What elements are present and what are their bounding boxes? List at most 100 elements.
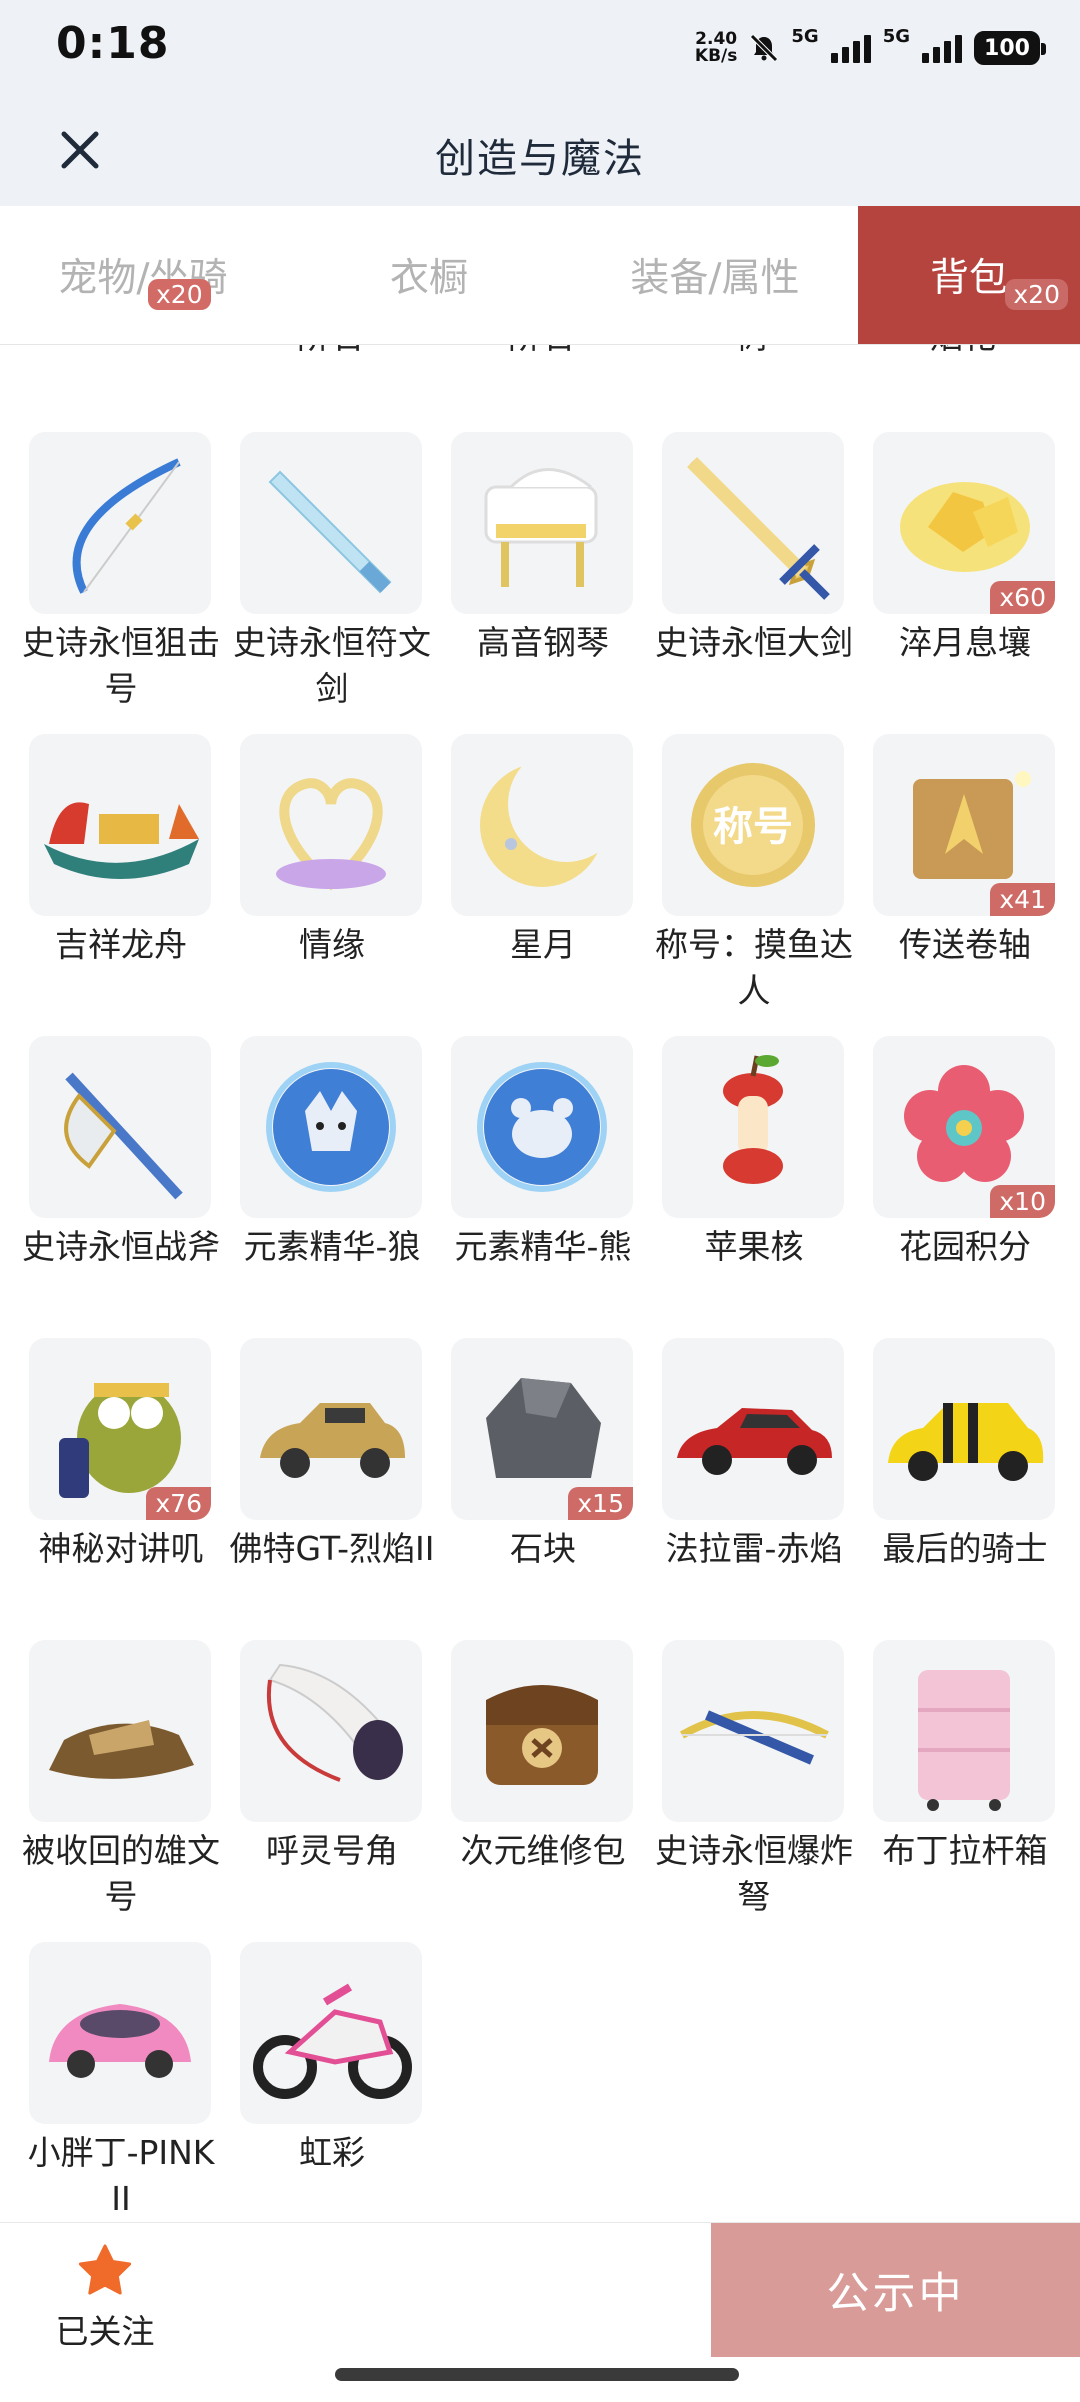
follow-label: 已关注	[55, 2312, 155, 2351]
mute-bell-icon	[750, 34, 779, 62]
partial-item-label: 阶石	[449, 344, 633, 360]
tab-pets-mounts[interactable]: 宠物/坐骑 x20	[0, 206, 286, 344]
item-name: 情缘	[299, 925, 365, 964]
item-thumbnail	[240, 1338, 422, 1520]
item-name: 花园积分	[899, 1227, 1031, 1266]
item-quantity-badge: x10	[990, 1185, 1055, 1218]
item-thumbnail: x41	[873, 734, 1055, 916]
tab-equipment-attributes[interactable]: 装备/属性	[572, 206, 858, 344]
tab-wardrobe[interactable]: 衣橱	[286, 206, 572, 344]
item-name: 史诗永恒符文剑	[233, 623, 431, 708]
crossbow-icon	[680, 1710, 829, 1765]
item-name: 最后的骑士	[882, 1529, 1048, 1568]
page-title: 创造与魔法	[435, 136, 645, 182]
item-name: 星月	[510, 925, 576, 964]
backpack-item[interactable]: 史诗永恒大剑	[655, 432, 853, 666]
item-name: 小胖丁-PINK II	[27, 2133, 215, 2218]
partial-item-row: 阶石 阶石 树 烟花	[0, 344, 1080, 388]
clock: 0:18	[56, 18, 170, 69]
item-thumbnail	[662, 1640, 844, 1822]
red-sports-car-icon	[677, 1408, 832, 1475]
item-quantity-badge: x15	[568, 1487, 633, 1520]
item-thumbnail	[29, 734, 211, 916]
tab-count-badge: x20	[148, 279, 211, 310]
signal-type-label: 5G	[882, 26, 910, 47]
item-thumbnail	[451, 734, 633, 916]
item-thumbnail	[240, 432, 422, 614]
backpack-item[interactable]: 小胖丁-PINK II	[28, 1942, 214, 2222]
item-name: 史诗永恒爆炸弩	[655, 1831, 853, 1916]
piano-icon	[484, 468, 598, 587]
backpack-item[interactable]: 虹彩	[240, 1942, 424, 2176]
tab-backpack[interactable]: 背包 x20	[858, 206, 1080, 344]
backpack-item[interactable]: 元素精华-狼	[240, 1036, 424, 1270]
item-name: 佛特GT-烈焰II	[229, 1529, 435, 1568]
backpack-item[interactable]: 苹果核	[662, 1036, 846, 1270]
wrecked-ship-icon	[49, 1720, 194, 1779]
backpack-item[interactable]: 法拉雷-赤焰	[662, 1338, 846, 1572]
partial-item-label: 阶石	[238, 344, 422, 360]
backpack-item[interactable]: 呼灵号角	[240, 1640, 424, 1874]
item-name: 次元维修包	[460, 1831, 626, 1870]
item-thumbnail	[662, 1036, 844, 1218]
item-name: 石块	[510, 1529, 576, 1568]
backpack-item[interactable]: 高音钢琴	[451, 432, 635, 666]
backpack-item[interactable]: 佛特GT-烈焰II	[230, 1338, 434, 1572]
item-name: 称号：摸鱼达人	[655, 925, 853, 1010]
backpack-item[interactable]: x10 花园积分	[873, 1036, 1057, 1270]
partial-item-label: 烟花	[871, 344, 1055, 360]
item-thumbnail	[29, 1036, 211, 1218]
partial-item-label: 树	[660, 344, 844, 360]
item-thumbnail	[873, 1338, 1055, 1520]
backpack-item[interactable]: 史诗永恒符文剑	[233, 432, 431, 712]
item-name: 高音钢琴	[477, 623, 609, 662]
yellow-sports-car-icon	[888, 1403, 1044, 1481]
backpack-item[interactable]: 星月	[451, 734, 635, 968]
item-name: 神秘对讲叽	[38, 1529, 204, 1568]
motorcycle-icon	[253, 1983, 412, 2099]
pink-car-icon	[49, 2004, 191, 2078]
suitcase-icon	[918, 1670, 1010, 1811]
follow-button[interactable]: 已关注	[40, 2243, 170, 2353]
vintage-car-icon	[260, 1403, 405, 1478]
backpack-item[interactable]: 称号 称号：摸鱼达人	[655, 734, 853, 1014]
backpack-item[interactable]: 史诗永恒狙击号	[22, 432, 220, 712]
backpack-item[interactable]: 史诗永恒战斧	[22, 1036, 220, 1270]
backpack-item[interactable]: 吉祥龙舟	[29, 734, 213, 968]
publicity-status-button[interactable]: 公示中	[711, 2223, 1080, 2357]
backpack-item[interactable]: 史诗永恒爆炸弩	[655, 1640, 853, 1920]
item-thumbnail: x76	[29, 1338, 211, 1520]
apple-core-icon	[723, 1055, 783, 1184]
item-name: 传送卷轴	[899, 925, 1031, 964]
item-thumbnail	[451, 432, 633, 614]
item-thumbnail	[873, 1640, 1055, 1822]
tab-count-badge: x20	[1005, 279, 1068, 310]
backpack-item[interactable]: 情缘	[240, 734, 424, 968]
backpack-item[interactable]: x76 神秘对讲叽	[29, 1338, 213, 1572]
item-name: 虹彩	[299, 2133, 365, 2172]
backpack-item[interactable]: x15 石块	[451, 1338, 635, 1572]
backpack-item[interactable]: 布丁拉杆箱	[873, 1640, 1057, 1874]
bow-icon	[72, 458, 181, 594]
item-name: 呼灵号角	[266, 1831, 398, 1870]
item-name: 吉祥龙舟	[55, 925, 187, 964]
top-app-bar: 创造与魔法	[0, 96, 1080, 206]
item-name: 史诗永恒战斧	[22, 1227, 220, 1266]
backpack-item[interactable]: 最后的骑士	[873, 1338, 1057, 1572]
backpack-item[interactable]: 被收回的雄文号	[22, 1640, 220, 1920]
item-thumbnail	[662, 432, 844, 614]
bear-orb-icon	[477, 1062, 607, 1192]
item-grid[interactable]: 阶石 阶石 树 烟花 史诗永恒狙击号史诗永恒符文剑 高音钢琴 史诗永恒大剑 x60 淬月…	[0, 344, 1080, 2222]
heart-frame-icon	[276, 778, 386, 891]
item-thumbnail	[240, 734, 422, 916]
item-thumbnail	[29, 1942, 211, 2124]
item-name: 淬月息壤	[899, 623, 1031, 662]
backpack-item[interactable]: 元素精华-熊	[451, 1036, 635, 1270]
backpack-item[interactable]: 次元维修包	[451, 1640, 635, 1874]
item-quantity-badge: x41	[990, 883, 1055, 916]
signal-icon	[830, 33, 871, 63]
signal-type-label: 5G	[791, 26, 819, 47]
network-speed: 2.40 KB/s	[694, 29, 738, 66]
backpack-item[interactable]: x41 传送卷轴	[873, 734, 1057, 968]
backpack-item[interactable]: x60 淬月息壤	[873, 432, 1057, 666]
